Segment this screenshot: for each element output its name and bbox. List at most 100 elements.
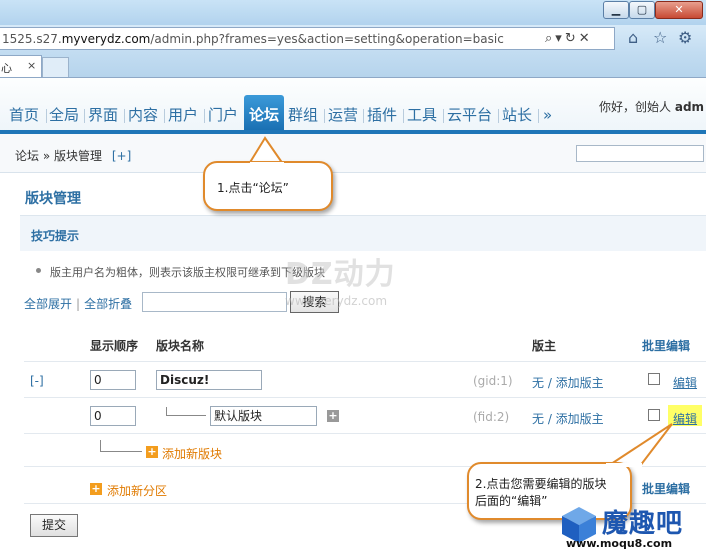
add-subforum-icon[interactable]: + — [327, 410, 339, 422]
nav-separator — [538, 109, 539, 123]
callout-step1-text: 1.点击“论坛” — [217, 181, 289, 195]
tips-box: 技巧提示 — [20, 215, 706, 251]
forum-name-input[interactable]: 默认版块 — [210, 406, 317, 426]
nav-webmaster[interactable]: 站长 — [502, 101, 532, 130]
address-bar-icons: ⌕▾↻✕ — [545, 31, 593, 46]
site-logo: 魔趣吧 www.moqu8.com — [558, 503, 704, 553]
forum-search-input[interactable] — [142, 292, 287, 312]
tree-branch-line — [166, 415, 206, 416]
watermark-url: www.verydz.com — [285, 294, 388, 308]
nav-separator — [124, 109, 125, 123]
breadcrumb-separator: » — [42, 149, 51, 163]
callout-joint — [606, 463, 642, 467]
new-tab-button[interactable] — [42, 57, 69, 77]
url-field[interactable]: 1525.s27.myverydz.com/admin.php?frames=y… — [0, 27, 615, 50]
maximize-button[interactable]: ▢ — [629, 1, 655, 19]
url-text: 1525.s27.myverydz.com/admin.php?frames=y… — [2, 32, 504, 46]
url-host: myverydz.com — [61, 32, 151, 46]
collapse-category-toggle[interactable]: [-] — [30, 374, 44, 388]
gear-icon[interactable]: ⚙ — [678, 28, 692, 47]
nav-separator — [46, 109, 47, 123]
nav-users[interactable]: 用户 — [168, 101, 198, 130]
category-order-input[interactable]: 0 — [90, 370, 136, 390]
nav-groups[interactable]: 群组 — [288, 101, 318, 130]
home-icon[interactable]: ⌂ — [628, 28, 638, 47]
nav-plugins[interactable]: 插件 — [367, 101, 397, 130]
category-checkbox[interactable] — [648, 373, 660, 385]
nav-separator — [164, 109, 165, 123]
breadcrumb: 论坛 » 版块管理 [+] — [15, 147, 131, 164]
collapse-all-link[interactable]: 全部折叠 — [84, 297, 132, 311]
batch-edit-link[interactable]: 批里编辑 — [642, 337, 690, 354]
greeting-text: 你好，创始人 — [599, 100, 672, 114]
column-moderator: 版主 — [532, 339, 557, 353]
star-icon[interactable]: ☆ — [653, 28, 667, 47]
add-forum-icon[interactable]: + — [146, 446, 158, 458]
column-order: 显示顺序 — [90, 339, 139, 353]
add-category-link[interactable]: 添加新分区 — [107, 482, 167, 499]
nav-portal[interactable]: 门户 — [208, 101, 238, 130]
address-bar: 1525.s27.myverydz.com/admin.php?frames=y… — [0, 25, 706, 53]
control-separator: | — [76, 297, 81, 311]
category-id: (gid:1) — [473, 374, 513, 388]
batch-edit-bottom-link[interactable]: 批里编辑 — [642, 480, 690, 497]
tab-title: 心 — [1, 62, 12, 75]
nav-cloud[interactable]: 云平台 — [447, 101, 492, 130]
url-path: /admin.php?frames=yes&action=setting&ope… — [150, 32, 504, 46]
tree-branch-line — [100, 451, 142, 452]
tab-close-icon[interactable]: × — [27, 59, 36, 72]
close-window-button[interactable]: ✕ — [655, 1, 703, 19]
bullet-icon — [36, 268, 41, 273]
tip-text: 版主用户名为粗体，则表示该版主权限可继承到下级版块 — [50, 266, 325, 279]
nav-more[interactable]: » — [543, 101, 552, 130]
minimize-button[interactable]: ▁ — [603, 1, 629, 19]
dropdown-icon[interactable]: ▾ — [555, 31, 565, 46]
user-greeting: 你好，创始人 adm — [599, 98, 704, 115]
nav-separator — [324, 109, 325, 123]
nav-separator — [204, 109, 205, 123]
close-icon[interactable]: ✕ — [579, 31, 593, 46]
username[interactable]: adm — [675, 100, 704, 114]
row-divider — [24, 397, 706, 398]
nav-forum[interactable]: 论坛 — [244, 95, 284, 130]
window-titlebar: ▁ ▢ ✕ — [0, 0, 706, 25]
browser-tab[interactable]: 心 × — [0, 55, 42, 77]
nav-home[interactable]: 首页 — [9, 101, 39, 130]
submit-button[interactable]: 提交 — [30, 514, 78, 537]
tips-title: 技巧提示 — [31, 229, 80, 243]
breadcrumb-current: 版块管理 — [54, 149, 103, 163]
refresh-icon[interactable]: ↻ — [565, 31, 579, 46]
nav-separator — [443, 109, 444, 123]
callout-step2-line1: 2.点击您需要编辑的版块 — [475, 477, 607, 491]
callout-joint — [250, 162, 284, 166]
url-host-prefix: 1525.s27. — [2, 32, 62, 46]
nav-content[interactable]: 内容 — [128, 101, 158, 130]
category-name-input[interactable]: Discuz! — [156, 370, 262, 390]
nav-separator — [84, 109, 85, 123]
forum-order-input[interactable]: 0 — [90, 406, 136, 426]
forum-add-moderator-link[interactable]: 无 / 添加版主 — [532, 410, 604, 427]
nav-operations[interactable]: 运营 — [328, 101, 358, 130]
search-icon[interactable]: ⌕ — [545, 31, 555, 46]
add-category-icon[interactable]: + — [90, 483, 102, 495]
forum-id: (fid:2) — [473, 410, 510, 424]
admin-search-input[interactable] — [576, 145, 704, 162]
forum-checkbox[interactable] — [648, 409, 660, 421]
add-shortcut-button[interactable]: [+] — [112, 149, 131, 163]
category-edit-link[interactable]: 编辑 — [673, 374, 697, 391]
nav-separator — [498, 109, 499, 123]
category-add-moderator-link[interactable]: 无 / 添加版主 — [532, 374, 604, 391]
add-forum-link[interactable]: 添加新版块 — [162, 445, 222, 462]
breadcrumb-bar: 论坛 » 版块管理 [+] — [0, 134, 706, 173]
nav-global[interactable]: 全局 — [49, 101, 79, 130]
watermark-title: DZ动力 — [285, 257, 396, 292]
callout-step1: 1.点击“论坛” — [203, 161, 333, 211]
tab-strip: 心 × — [0, 53, 706, 77]
nav-interface[interactable]: 界面 — [88, 101, 118, 130]
tree-branch-line — [166, 407, 167, 416]
nav-tools[interactable]: 工具 — [407, 101, 437, 130]
expand-all-link[interactable]: 全部展开 — [24, 297, 72, 311]
row-divider — [24, 361, 706, 362]
breadcrumb-root[interactable]: 论坛 — [15, 149, 39, 163]
logo-url: www.moqu8.com — [566, 537, 673, 550]
